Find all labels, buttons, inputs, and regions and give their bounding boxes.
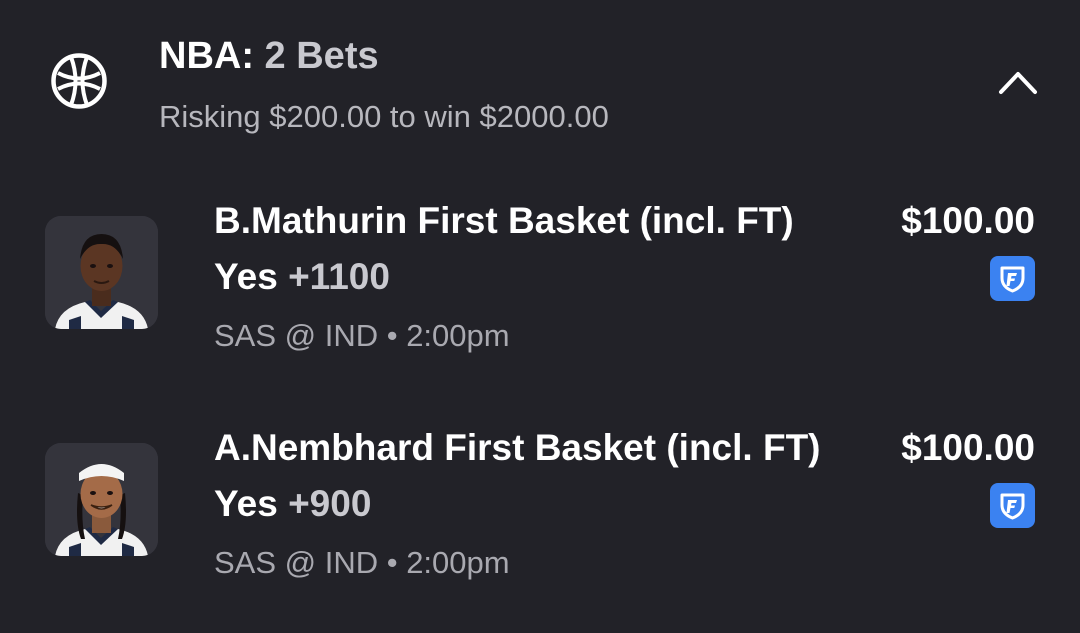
game-info: SAS @ IND • 2:00pm: [214, 545, 510, 580]
bet-stake: $100.00: [901, 200, 1035, 241]
selection-odds: +900: [288, 483, 372, 524]
chevron-up-icon[interactable]: [996, 62, 1040, 102]
bet-selection: Yes +1100: [214, 255, 390, 299]
league-label: NBA:: [159, 35, 254, 77]
sportsbook-badge[interactable]: [990, 483, 1035, 528]
bet-count: 2 Bets: [264, 35, 379, 77]
group-title: NBA: 2 Bets: [159, 34, 379, 78]
player-avatar: [45, 216, 158, 329]
bet-row[interactable]: B.Mathurin First Basket (incl. FT) $100.…: [0, 190, 1080, 390]
player-headshot-image: [45, 443, 158, 556]
fanduel-shield-icon: [1000, 266, 1025, 293]
game-info: SAS @ IND • 2:00pm: [214, 318, 510, 353]
bet-market-title: A.Nembhard First Basket (incl. FT): [214, 427, 821, 468]
risk-summary: Risking $200.00 to win $2000.00: [159, 99, 609, 134]
player-avatar: [45, 443, 158, 556]
bet-row[interactable]: A.Nembhard First Basket (incl. FT) $100.…: [0, 417, 1080, 617]
fanduel-shield-icon: [1000, 493, 1025, 520]
bet-group-header[interactable]: NBA: 2 Bets Risking $200.00 to win $2000…: [0, 0, 1080, 160]
bet-selection: Yes +900: [214, 482, 371, 526]
sportsbook-badge[interactable]: [990, 256, 1035, 301]
bet-market-title: B.Mathurin First Basket (incl. FT): [214, 200, 794, 241]
selection-odds: +1100: [288, 256, 390, 297]
selection-label: Yes: [214, 483, 278, 524]
selection-label: Yes: [214, 256, 278, 297]
player-headshot-image: [45, 216, 158, 329]
basketball-icon: [51, 53, 107, 109]
bet-stake: $100.00: [901, 427, 1035, 468]
